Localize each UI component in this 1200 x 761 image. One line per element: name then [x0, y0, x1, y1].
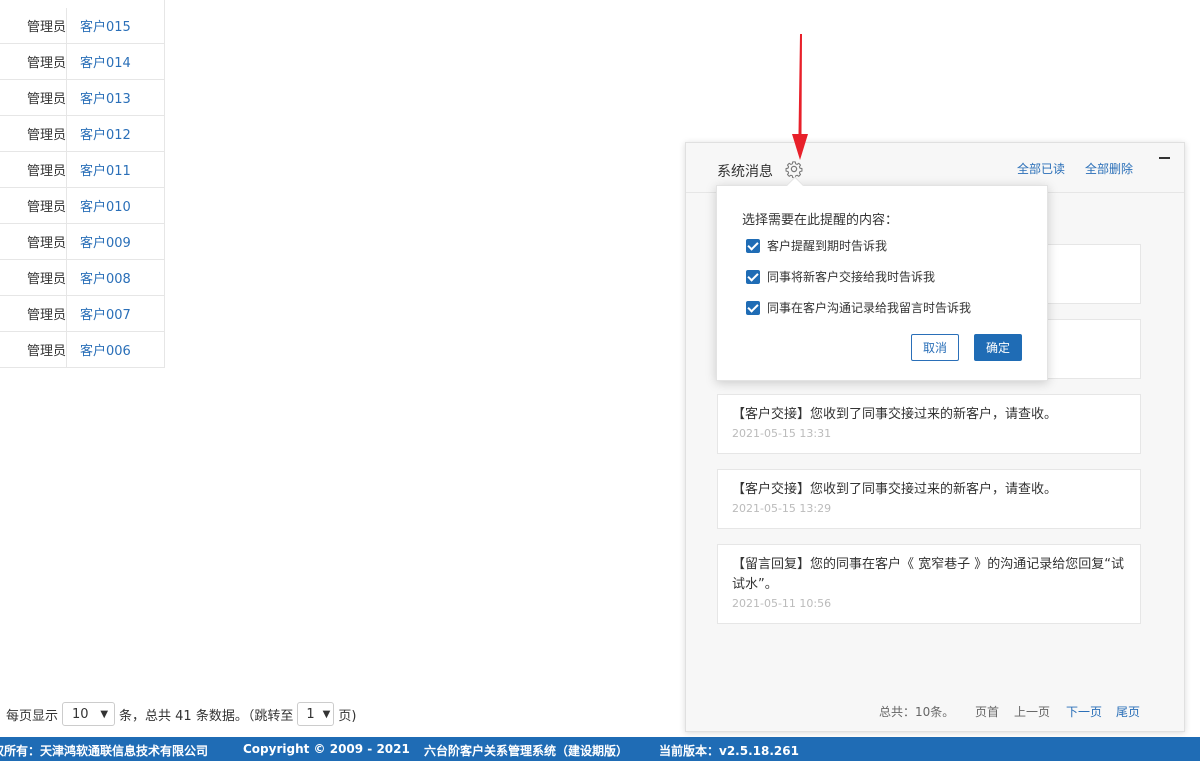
footer-copyright-owner: 权所有：天津鸿软通联信息技术有限公司 [0, 744, 209, 758]
page-size-select[interactable]: 10 ▼ [62, 702, 116, 726]
message-time: 2021-05-15 13:31 [732, 427, 832, 440]
customer-link[interactable]: 客户015 [80, 16, 131, 35]
jump-page-select[interactable]: 1 ▼ [297, 702, 335, 726]
table-row: 管理员 客户013 [0, 80, 164, 116]
option-comment-reply[interactable]: 同事在客户沟通记录给我留言时告诉我 [746, 299, 971, 316]
customer-link[interactable]: 客户007 [80, 304, 131, 323]
footer-product: 六台阶客户关系管理系统（建设期版） [424, 744, 629, 758]
customer-link[interactable]: 客户013 [80, 88, 131, 107]
checkbox-checked[interactable] [746, 269, 760, 284]
owner-cell: 管理员 [26, 236, 66, 251]
owner-cell: 管理员 [26, 272, 66, 287]
option-label: 同事在客户沟通记录给我留言时告诉我 [767, 301, 972, 315]
pager-prefix: 每页显示 [6, 708, 59, 724]
total-count: 总共：10条。 [879, 705, 955, 719]
reminder-settings-popover: 选择需要在此提醒的内容： 客户提醒到期时告诉我 同事将新客户交接给我时告诉我 同… [716, 176, 1048, 381]
table-row: 管理员 客户007 [0, 296, 164, 332]
message-time: 2021-05-11 10:56 [732, 597, 832, 610]
table-row: 管理员 客户008 [0, 260, 164, 296]
chevron-down-icon: ▼ [322, 708, 331, 720]
table-row: 管理员 客户009 [0, 224, 164, 260]
option-customer-handover[interactable]: 同事将新客户交接给我时告诉我 [746, 268, 935, 285]
message-text: 【客户交接】您收到了同事交接过来的新客户，请查收。 [732, 407, 1058, 422]
customer-link[interactable]: 客户008 [80, 268, 131, 287]
owner-cell: 管理员 [26, 308, 66, 323]
owner-cell: 管理员 [26, 200, 66, 215]
panel-pager: 总共：10条。 页首 上一页 下一页 尾页 [686, 703, 1184, 723]
page-size-value: 10 [72, 706, 89, 722]
owner-cell: 管理员 [26, 56, 66, 71]
popover-title: 选择需要在此提醒的内容： [742, 213, 899, 228]
checkbox-checked[interactable] [746, 300, 760, 315]
panel-title: 系统消息 [717, 164, 773, 180]
pager-suffix: 页) [338, 708, 357, 724]
customer-link[interactable]: 客户006 [80, 340, 131, 359]
table-pager: 每页显示 10 ▼ 条，总共 41 条数据。（跳转至 1 ▼ 页) [6, 701, 356, 727]
customer-link[interactable]: 客户009 [80, 232, 131, 251]
owner-cell: 管理员 [26, 344, 66, 359]
checkbox-checked[interactable] [746, 238, 760, 253]
table-row: 管理员 客户015 [0, 0, 164, 44]
option-reminder-due[interactable]: 客户提醒到期时告诉我 [746, 237, 887, 254]
option-label: 同事将新客户交接给我时告诉我 [767, 270, 936, 284]
pager-summary: 条，总共 41 条数据。（跳转至 [119, 708, 294, 724]
message-time: 2021-05-15 13:29 [732, 502, 832, 515]
message-text: 【留言回复】您的同事在客户《 宽窄巷子 》的沟通记录给您回复“试试水”。 [732, 557, 1124, 592]
owner-cell: 管理员 [26, 20, 66, 35]
footer-version: 当前版本：v2.5.18.261 [659, 744, 799, 758]
table-row: 管理员 客户006 [0, 332, 164, 368]
owner-cell: 管理员 [26, 92, 66, 107]
first-page-link[interactable]: 页首 [975, 703, 999, 720]
option-label: 客户提醒到期时告诉我 [767, 239, 888, 253]
chevron-down-icon: ▼ [100, 708, 109, 720]
next-page-link[interactable]: 下一页 [1066, 703, 1102, 720]
table-row: 管理员 客户011 [0, 152, 164, 188]
footer-copyright: Copyright © 2009 - 2021 [243, 742, 410, 756]
mark-all-read-link[interactable]: 全部已读 [1017, 160, 1065, 177]
prev-page-link[interactable]: 上一页 [1014, 703, 1050, 720]
arrow-annotation [792, 34, 808, 160]
table-row: 管理员 客户012 [0, 116, 164, 152]
customer-link[interactable]: 客户011 [80, 160, 131, 179]
customer-link[interactable]: 客户010 [80, 196, 131, 215]
owner-cell: 管理员 [26, 164, 66, 179]
delete-all-link[interactable]: 全部删除 [1085, 160, 1133, 177]
confirm-button[interactable]: 确定 [974, 334, 1022, 361]
footer-bar: 权所有：天津鸿软通联信息技术有限公司 Copyright © 2009 - 20… [0, 737, 1200, 761]
message-card: 【客户交接】您收到了同事交接过来的新客户，请查收。 2021-05-15 13:… [717, 394, 1141, 454]
customer-table: 管理员 客户015 管理员 客户014 管理员 客户013 管理员 客户012 … [0, 0, 165, 368]
message-card: 【留言回复】您的同事在客户《 宽窄巷子 》的沟通记录给您回复“试试水”。 202… [717, 544, 1141, 624]
customer-link[interactable]: 客户012 [80, 124, 131, 143]
message-text: 【客户交接】您收到了同事交接过来的新客户，请查收。 [732, 482, 1058, 497]
minimize-icon[interactable] [1159, 151, 1171, 163]
message-card: 【客户交接】您收到了同事交接过来的新客户，请查收。 2021-05-15 13:… [717, 469, 1141, 529]
last-page-link[interactable]: 尾页 [1116, 703, 1140, 720]
table-row: 管理员 客户010 [0, 188, 164, 224]
owner-cell: 管理员 [26, 128, 66, 143]
customer-link[interactable]: 客户014 [80, 52, 131, 71]
cancel-button[interactable]: 取消 [911, 334, 959, 361]
jump-page-value: 1 [306, 706, 315, 722]
table-row: 管理员 客户014 [0, 44, 164, 80]
